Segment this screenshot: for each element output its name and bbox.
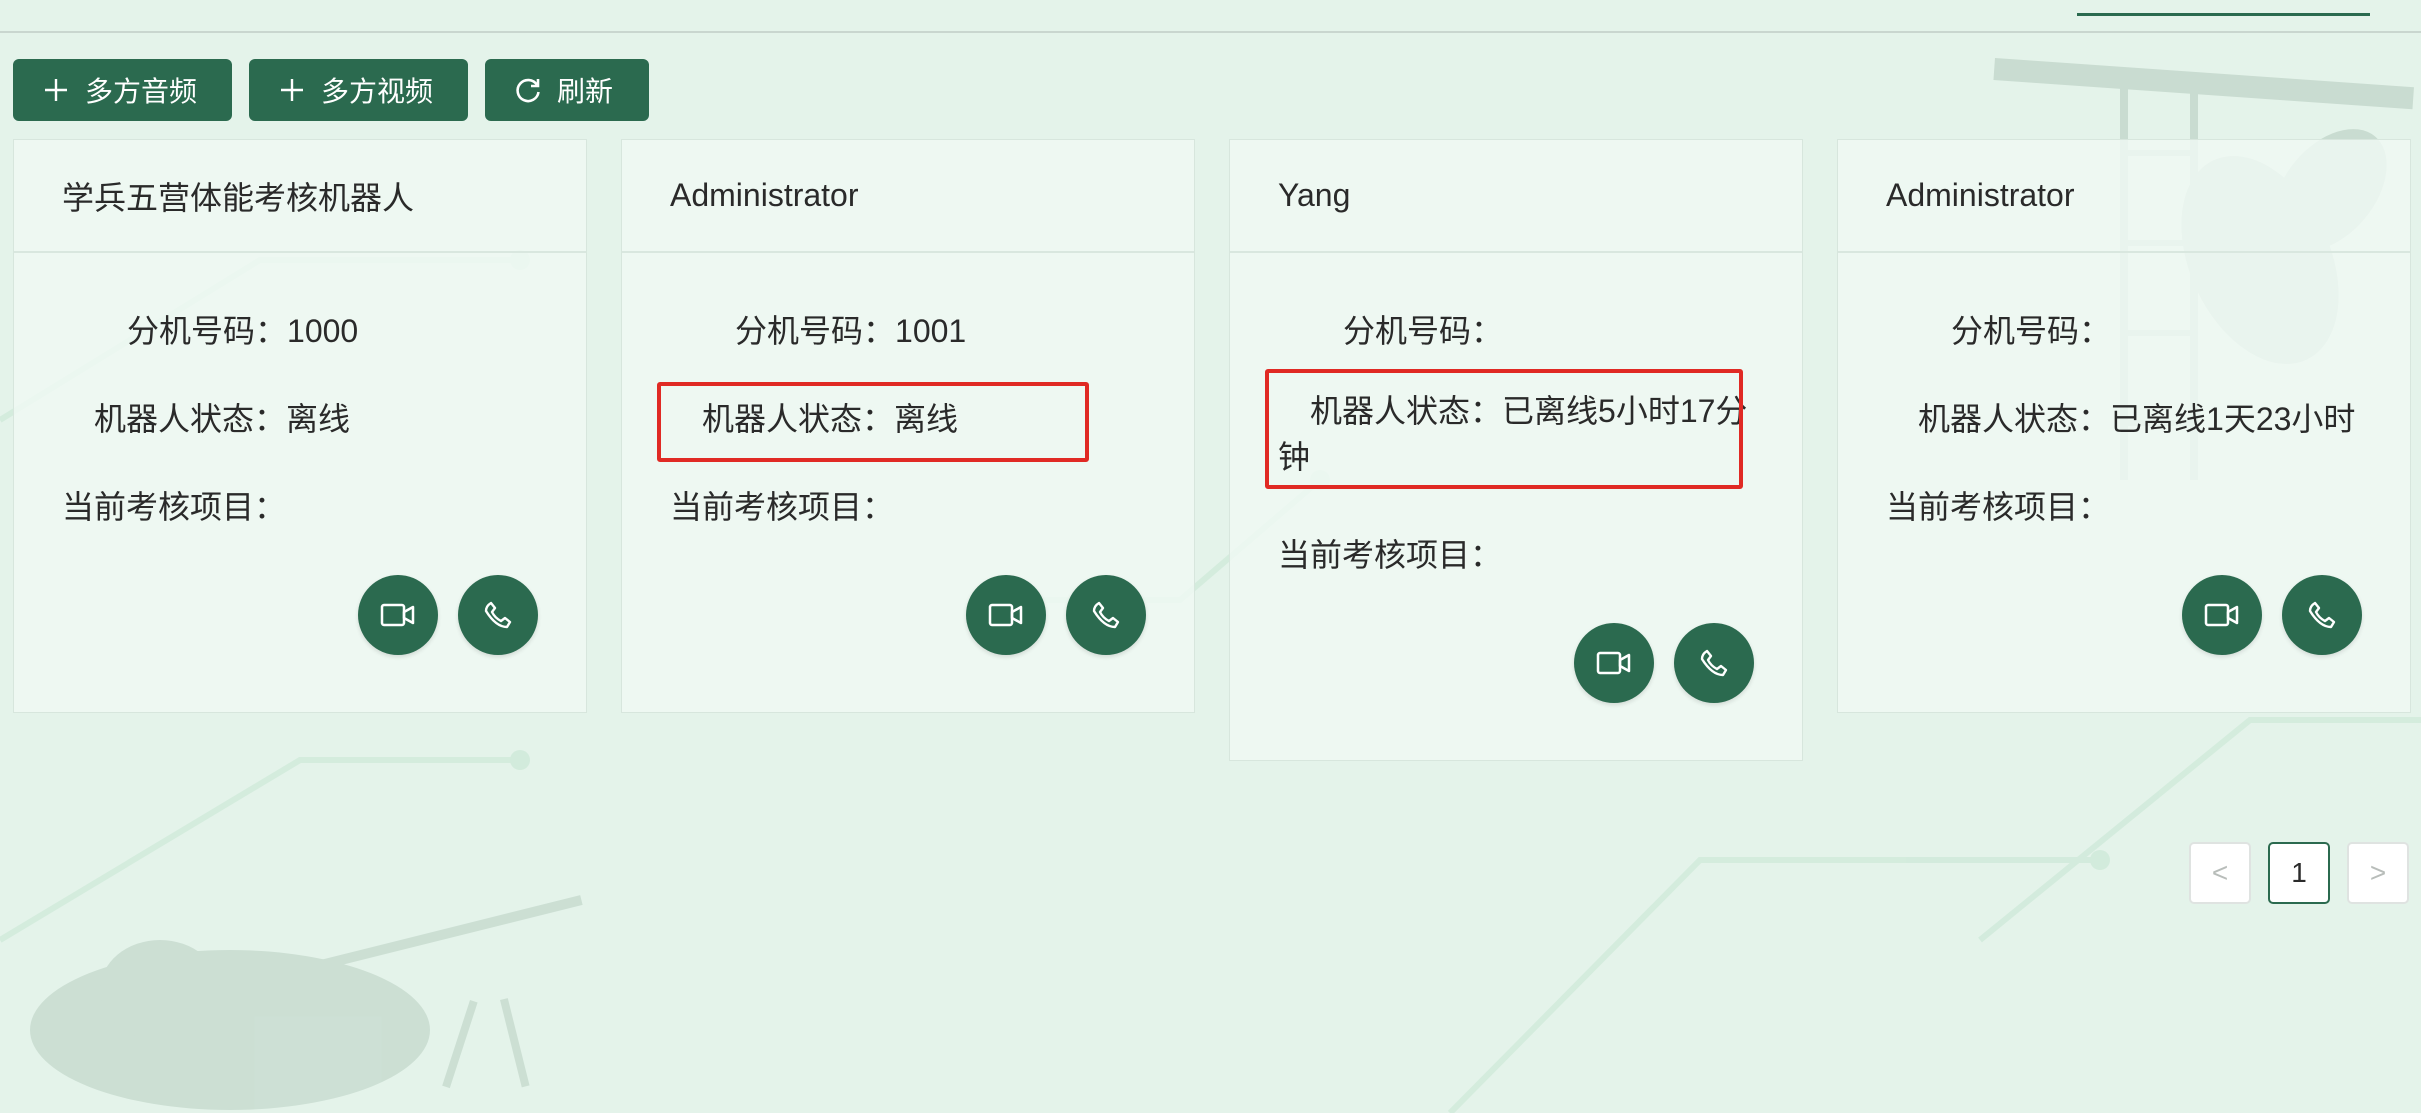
robot-status-field: 机器人状态：离线 (702, 394, 958, 440)
robot-card: Administrator 分机号码：1001 机器人状态：离线 当前考核项目： (621, 139, 1195, 713)
robot-card: Yang 分机号码： 机器人状态：已离线5小时17分钟 当前考核项目： (1229, 139, 1803, 761)
phone-icon (1700, 649, 1728, 677)
pagination-next-button[interactable]: > (2347, 842, 2409, 904)
extension-value: 1000 (287, 313, 359, 349)
multi-video-label: 多方视频 (321, 76, 434, 107)
robot-status-field: 机器人状态：已离线5小时17分钟 (1278, 388, 1753, 480)
robot-status-value: 已离线1天23小时 (2110, 401, 2356, 437)
robot-status-label: 机器人状态： (1918, 401, 2111, 437)
video-call-button[interactable] (358, 575, 438, 655)
extension-label: 分机号码： (1343, 313, 1504, 349)
robot-status-value: 离线 (286, 401, 351, 437)
video-call-button[interactable] (2182, 575, 2262, 655)
robot-status-label: 机器人状态： (702, 401, 895, 437)
multi-audio-label: 多方音频 (85, 76, 198, 107)
current-item-label: 当前考核项目： (1278, 537, 1503, 573)
robot-card: Administrator 分机号码： 机器人状态：已离线1天23小时 当前考核… (1837, 139, 2411, 713)
robot-status-label: 机器人状态： (1310, 393, 1503, 429)
extension-field: 分机号码： (1343, 306, 1503, 352)
robot-status-field: 机器人状态：已离线1天23小时 (1918, 394, 2355, 440)
video-camera-icon (380, 603, 415, 627)
plus-icon (277, 77, 307, 103)
refresh-icon (513, 76, 543, 104)
multi-audio-button[interactable]: 多方音频 (13, 59, 232, 121)
video-call-button[interactable] (966, 575, 1046, 655)
current-item-label: 当前考核项目： (62, 489, 287, 525)
active-tab-indicator (2077, 13, 2370, 16)
robot-status-label: 机器人状态： (94, 401, 287, 437)
robot-card: 学兵五营体能考核机器人 分机号码：1000 机器人状态：离线 当前考核项目： (13, 139, 587, 713)
voice-call-button[interactable] (1674, 623, 1754, 703)
phone-icon (2308, 601, 2336, 629)
current-item-field: 当前考核项目： (62, 482, 286, 528)
toolbar: 多方音频 多方视频 刷新 (13, 59, 649, 121)
current-item-field: 当前考核项目： (1886, 482, 2110, 528)
extension-field: 分机号码：1000 (127, 306, 358, 352)
current-item-label: 当前考核项目： (1886, 489, 2111, 525)
pagination-prev-button[interactable]: < (2189, 842, 2251, 904)
video-call-button[interactable] (1574, 623, 1654, 703)
extension-label: 分机号码： (735, 313, 896, 349)
top-divider (0, 31, 2421, 33)
card-title: Administrator (1838, 140, 2410, 253)
video-camera-icon (1596, 651, 1631, 675)
pagination-page-1[interactable]: 1 (2268, 842, 2330, 904)
extension-label: 分机号码： (1951, 313, 2112, 349)
extension-label: 分机号码： (127, 313, 288, 349)
video-camera-icon (2204, 603, 2239, 627)
voice-call-button[interactable] (458, 575, 538, 655)
video-camera-icon (988, 603, 1023, 627)
extension-value: 1001 (895, 313, 967, 349)
phone-icon (1092, 601, 1120, 629)
refresh-button[interactable]: 刷新 (485, 59, 649, 121)
robot-status-field: 机器人状态：离线 (94, 394, 350, 440)
refresh-label: 刷新 (557, 76, 614, 107)
card-title: Administrator (622, 140, 1194, 253)
phone-icon (484, 601, 512, 629)
card-title: Yang (1230, 140, 1802, 253)
extension-field: 分机号码： (1951, 306, 2111, 352)
multi-video-button[interactable]: 多方视频 (249, 59, 468, 121)
voice-call-button[interactable] (1066, 575, 1146, 655)
plus-icon (41, 77, 71, 103)
extension-field: 分机号码：1001 (735, 306, 966, 352)
robot-status-value: 离线 (894, 401, 959, 437)
current-item-label: 当前考核项目： (670, 489, 895, 525)
voice-call-button[interactable] (2282, 575, 2362, 655)
current-item-field: 当前考核项目： (670, 482, 894, 528)
card-title: 学兵五营体能考核机器人 (14, 140, 586, 253)
current-item-field: 当前考核项目： (1278, 530, 1502, 576)
